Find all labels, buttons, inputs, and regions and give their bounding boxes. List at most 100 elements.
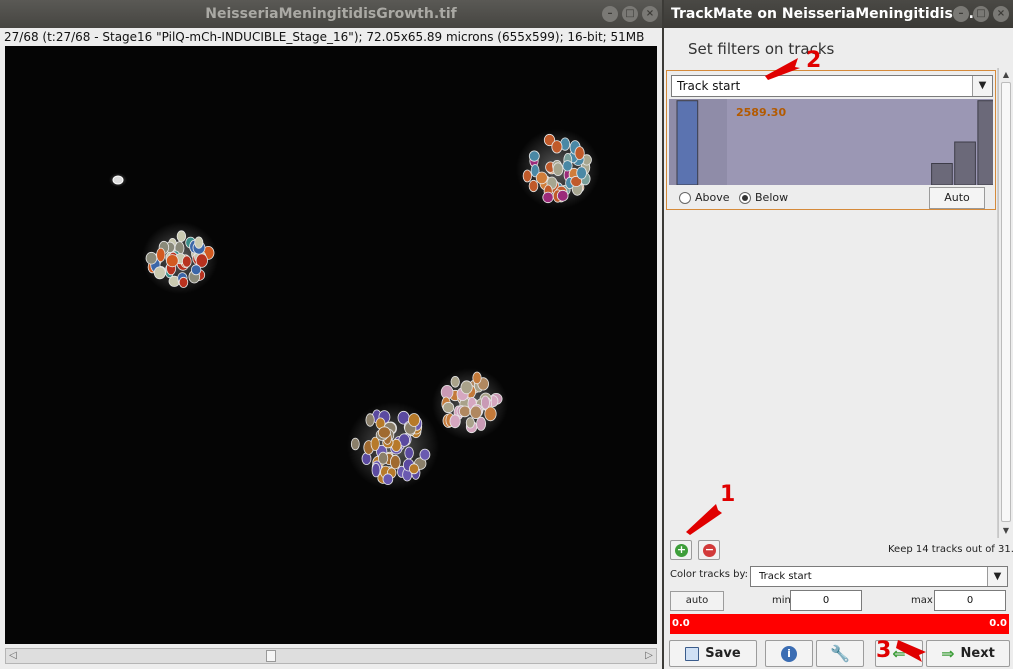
minimize-icon[interactable]: – xyxy=(953,6,969,22)
cell xyxy=(178,276,189,288)
add-filter-button[interactable]: + xyxy=(670,540,692,560)
min-field[interactable]: 0 xyxy=(790,590,862,611)
keep-tracks-status: Keep 14 tracks out of 31. xyxy=(888,544,1013,555)
cell xyxy=(476,416,487,431)
below-radio-button[interactable] xyxy=(739,191,751,204)
cell xyxy=(552,162,564,176)
above-radio-button[interactable] xyxy=(679,191,691,204)
scroll-up-icon[interactable]: ▲ xyxy=(999,68,1013,82)
cell xyxy=(182,255,192,268)
trackmate-window-controls: – □ × xyxy=(953,6,1009,22)
cell xyxy=(371,462,381,478)
cell xyxy=(194,236,204,249)
cell xyxy=(377,426,391,439)
close-icon[interactable]: × xyxy=(642,6,658,22)
close-icon[interactable]: × xyxy=(993,6,1009,22)
scroll-thumb[interactable] xyxy=(266,650,276,662)
minus-icon: − xyxy=(703,543,716,557)
annotation-label-2: 2 xyxy=(806,48,822,73)
colorbar-max-label: 0.0 xyxy=(989,618,1007,629)
remove-filter-button[interactable]: − xyxy=(698,540,720,560)
color-by-label: Color tracks by: xyxy=(670,569,749,580)
chevron-down-icon[interactable]: ▼ xyxy=(972,76,992,96)
image-window-title: NeisseriaMeningitidisGrowth.tif xyxy=(205,6,457,22)
info-icon: i xyxy=(781,645,797,662)
image-window-titlebar[interactable]: NeisseriaMeningitidisGrowth.tif – □ × xyxy=(0,0,662,28)
arrow-right-icon: ⇒ xyxy=(941,644,955,663)
cell xyxy=(190,264,202,276)
histogram-bar xyxy=(676,100,699,186)
color-scale-bar: 0.0 0.0 xyxy=(670,614,1009,634)
chevron-down-icon[interactable]: ▼ xyxy=(987,567,1007,586)
settings-button[interactable]: 🔧 xyxy=(816,640,864,667)
cell-colonies xyxy=(142,129,600,490)
cell xyxy=(450,375,460,388)
filter-histogram[interactable]: 2589.30 xyxy=(669,99,1000,186)
scroll-thumb[interactable] xyxy=(1001,82,1011,522)
minmax-auto-button[interactable]: auto xyxy=(670,591,724,611)
scroll-down-icon[interactable]: ▼ xyxy=(999,524,1013,538)
cell xyxy=(542,191,554,204)
maximize-icon[interactable]: □ xyxy=(622,6,638,22)
cell xyxy=(377,451,389,465)
min-label: min xyxy=(772,595,791,606)
cell xyxy=(469,405,482,420)
filter-list-scrollbar[interactable]: ▲ ▼ xyxy=(998,68,1013,538)
cell xyxy=(350,437,360,451)
microscopy-image[interactable] xyxy=(5,46,657,644)
feature-select-value: Track start xyxy=(677,79,741,93)
above-label: Above xyxy=(695,191,730,204)
cell xyxy=(408,413,421,427)
image-info-bar: 27/68 (t:27/68 - Stage16 "PilQ-mCh-INDUC… xyxy=(0,28,662,46)
trackmate-titlebar[interactable]: TrackMate on NeisseriaMeningitidisG… – □… xyxy=(664,0,1013,28)
scroll-left-icon[interactable]: ◁ xyxy=(6,649,20,663)
cell xyxy=(153,266,166,280)
auto-threshold-button[interactable]: Auto xyxy=(929,187,985,209)
save-icon xyxy=(685,646,700,661)
next-button[interactable]: ⇒ Next xyxy=(926,640,1010,667)
maximize-icon[interactable]: □ xyxy=(973,6,989,22)
cell xyxy=(176,230,187,243)
info-button[interactable]: i xyxy=(765,640,813,667)
colorbar-min-label: 0.0 xyxy=(672,618,690,629)
annotation-label-1: 1 xyxy=(720,482,736,507)
color-by-select[interactable]: Track start ▼ xyxy=(750,566,1008,587)
cell xyxy=(156,247,166,263)
threshold-value: 2589.30 xyxy=(736,106,787,119)
scroll-right-icon[interactable]: ▷ xyxy=(642,649,656,663)
max-field[interactable]: 0 xyxy=(934,590,1006,611)
trackmate-title: TrackMate on NeisseriaMeningitidisG… xyxy=(671,6,979,22)
microscopy-image-canvas xyxy=(109,129,600,490)
wrench-icon: 🔧 xyxy=(830,644,850,663)
below-label: Below xyxy=(755,191,789,204)
max-label: max xyxy=(911,595,933,606)
cell xyxy=(528,150,540,162)
image-horizontal-scrollbar[interactable]: ◁ ▷ xyxy=(5,648,657,664)
below-radio[interactable]: Below xyxy=(739,191,788,204)
image-window-controls: – □ × xyxy=(602,6,658,22)
cell xyxy=(404,446,414,460)
cell xyxy=(408,463,420,475)
cell xyxy=(535,171,548,185)
image-window: NeisseriaMeningitidisGrowth.tif – □ × 27… xyxy=(0,0,662,669)
cell xyxy=(449,414,461,429)
cell xyxy=(460,380,473,395)
feature-select[interactable]: Track start ▼ xyxy=(671,75,993,97)
cell xyxy=(389,454,401,470)
cell xyxy=(551,140,563,154)
filter-panel: Track start ▼ 2589.30 Above Below Auto xyxy=(666,70,1000,210)
above-radio[interactable]: Above xyxy=(679,191,730,204)
arrow-left-icon: ⇐ xyxy=(892,644,906,663)
annotation-label-3: 3 xyxy=(876,638,892,663)
histogram-svg xyxy=(669,99,1000,186)
cell xyxy=(556,189,569,202)
single-cell xyxy=(109,173,127,187)
save-button[interactable]: Save xyxy=(669,640,757,667)
next-label: Next xyxy=(960,646,995,661)
cell xyxy=(562,160,573,172)
cell xyxy=(465,417,475,429)
plus-icon: + xyxy=(675,543,688,557)
minimize-icon[interactable]: – xyxy=(602,6,618,22)
cell xyxy=(419,448,431,461)
cell xyxy=(522,169,532,183)
